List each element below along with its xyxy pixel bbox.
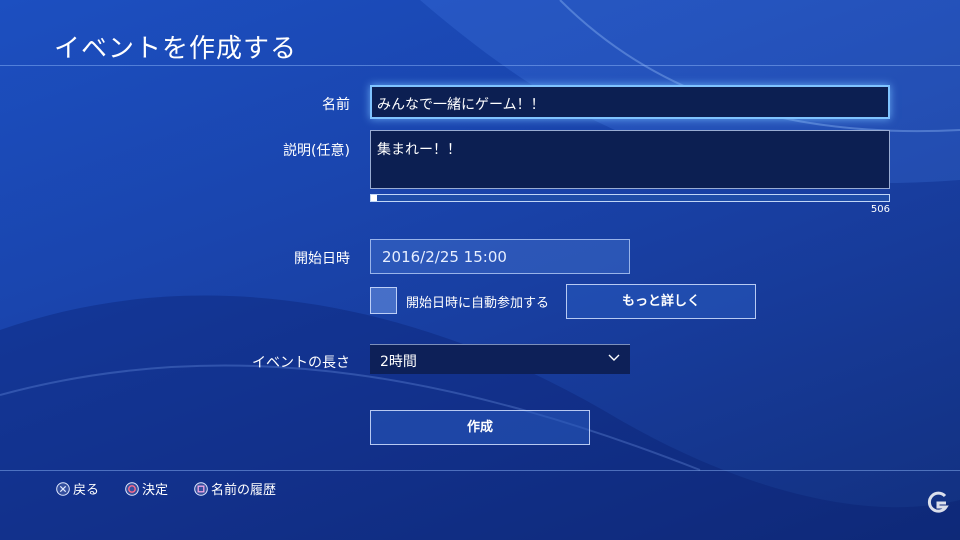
description-input[interactable]: 集まれー！！ [370, 130, 890, 189]
square-button-icon [194, 481, 208, 496]
site-logo-icon [927, 491, 949, 513]
character-usage-fill [371, 195, 378, 201]
more-details-button[interactable]: もっと詳しく [566, 284, 756, 319]
back-hint[interactable]: 戻る [56, 479, 99, 498]
chevron-down-icon [608, 354, 620, 361]
page-title: イベントを作成する [54, 34, 298, 64]
duration-selected-value: 2時間 [380, 354, 417, 370]
auto-join-checkbox[interactable] [370, 287, 397, 314]
character-usage-bar [370, 194, 890, 202]
remaining-character-count: 506 [870, 204, 890, 215]
name-history-hint[interactable]: 名前の履歴 [194, 479, 276, 498]
confirm-hint[interactable]: 決定 [125, 479, 168, 498]
duration-select[interactable]: 2時間 [370, 344, 630, 374]
back-hint-label: 戻る [73, 483, 100, 498]
name-history-hint-label: 名前の履歴 [211, 483, 277, 498]
confirm-hint-label: 決定 [142, 483, 169, 498]
start-datetime-label: 開始日時 [294, 251, 350, 267]
start-datetime-field[interactable]: 2016/2/25 15:00 [370, 239, 630, 274]
name-label: 名前 [322, 97, 350, 113]
description-label: 説明(任意) [283, 143, 350, 159]
duration-label: イベントの長さ [252, 355, 350, 371]
create-button[interactable]: 作成 [370, 410, 590, 445]
auto-join-label: 開始日時に自動参加する [406, 296, 550, 311]
cross-button-icon [56, 481, 70, 496]
name-input[interactable]: みんなで一緒にゲーム！！ [370, 85, 890, 119]
header-divider [0, 65, 960, 66]
circle-button-icon [125, 481, 139, 496]
footer-divider [0, 470, 960, 471]
